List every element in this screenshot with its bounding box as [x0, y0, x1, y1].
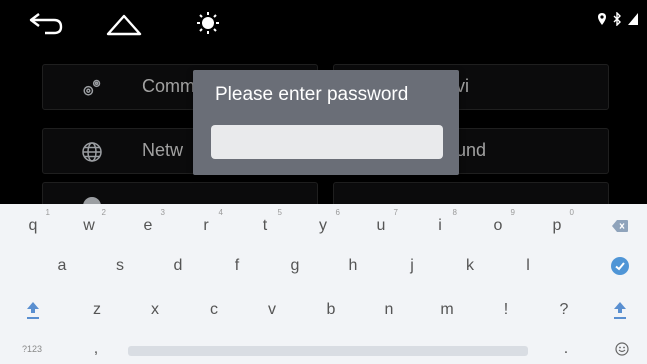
enter-key[interactable]	[598, 248, 642, 284]
shift-icon	[27, 302, 39, 319]
key-u[interactable]: u7	[359, 208, 403, 244]
key-question[interactable]: ?	[542, 292, 586, 328]
key-f[interactable]: f	[215, 248, 259, 284]
signal-icon	[628, 13, 638, 25]
keyboard: q1 w2 e3 r4 t5 y6 u7 i8 o9 p0 a s d f g …	[0, 204, 647, 364]
key-h[interactable]: h	[331, 248, 375, 284]
shift-icon	[614, 302, 626, 319]
globe-icon	[81, 141, 103, 163]
key-i[interactable]: i8	[418, 208, 462, 244]
back-button[interactable]	[26, 8, 66, 38]
space-key[interactable]	[128, 346, 528, 356]
key-c[interactable]: c	[192, 292, 236, 328]
key-w[interactable]: w2	[67, 208, 111, 244]
key-z[interactable]: z	[75, 292, 119, 328]
key-e[interactable]: e3	[126, 208, 170, 244]
key-t[interactable]: t5	[243, 208, 287, 244]
emoji-key[interactable]	[604, 334, 640, 364]
brightness-icon	[197, 12, 219, 34]
backspace-key[interactable]	[598, 208, 642, 244]
key-g[interactable]: g	[273, 248, 317, 284]
home-button[interactable]	[104, 8, 144, 38]
key-s[interactable]: s	[98, 248, 142, 284]
key-o[interactable]: o9	[476, 208, 520, 244]
password-input[interactable]	[211, 125, 443, 159]
gears-icon	[81, 77, 103, 99]
key-l[interactable]: l	[506, 248, 550, 284]
key-x[interactable]: x	[133, 292, 177, 328]
key-k[interactable]: k	[448, 248, 492, 284]
key-r[interactable]: r4	[184, 208, 228, 244]
key-b[interactable]: b	[309, 292, 353, 328]
key-d[interactable]: d	[156, 248, 200, 284]
key-exclamation[interactable]: !	[484, 292, 528, 328]
emoji-icon	[615, 342, 629, 356]
tile-label: und	[456, 140, 487, 160]
home-icon	[106, 14, 142, 36]
location-icon	[598, 13, 606, 25]
shift-key-left[interactable]	[11, 292, 55, 328]
dialog-title: Please enter password	[215, 84, 409, 105]
brightness-button[interactable]	[188, 8, 228, 38]
key-comma[interactable]: ,	[78, 334, 114, 364]
password-dialog: Please enter password	[193, 70, 459, 175]
key-j[interactable]: j	[390, 248, 434, 284]
bluetooth-icon	[613, 12, 621, 26]
key-y[interactable]: y6	[301, 208, 345, 244]
shift-key-right[interactable]	[598, 292, 642, 328]
key-n[interactable]: n	[367, 292, 411, 328]
symbols-key[interactable]: ?123	[8, 334, 56, 364]
key-p[interactable]: p0	[535, 208, 579, 244]
backspace-icon	[612, 220, 628, 232]
status-icons	[597, 12, 639, 26]
key-period[interactable]: .	[548, 334, 584, 364]
key-a[interactable]: a	[40, 248, 84, 284]
status-bar	[0, 0, 647, 44]
tile-label: Netw	[142, 140, 184, 160]
checkmark-icon	[611, 257, 629, 275]
key-q[interactable]: q1	[11, 208, 55, 244]
tile-label: Comm	[142, 76, 195, 96]
back-arrow-icon	[29, 13, 63, 35]
key-m[interactable]: m	[425, 292, 469, 328]
key-v[interactable]: v	[250, 292, 294, 328]
